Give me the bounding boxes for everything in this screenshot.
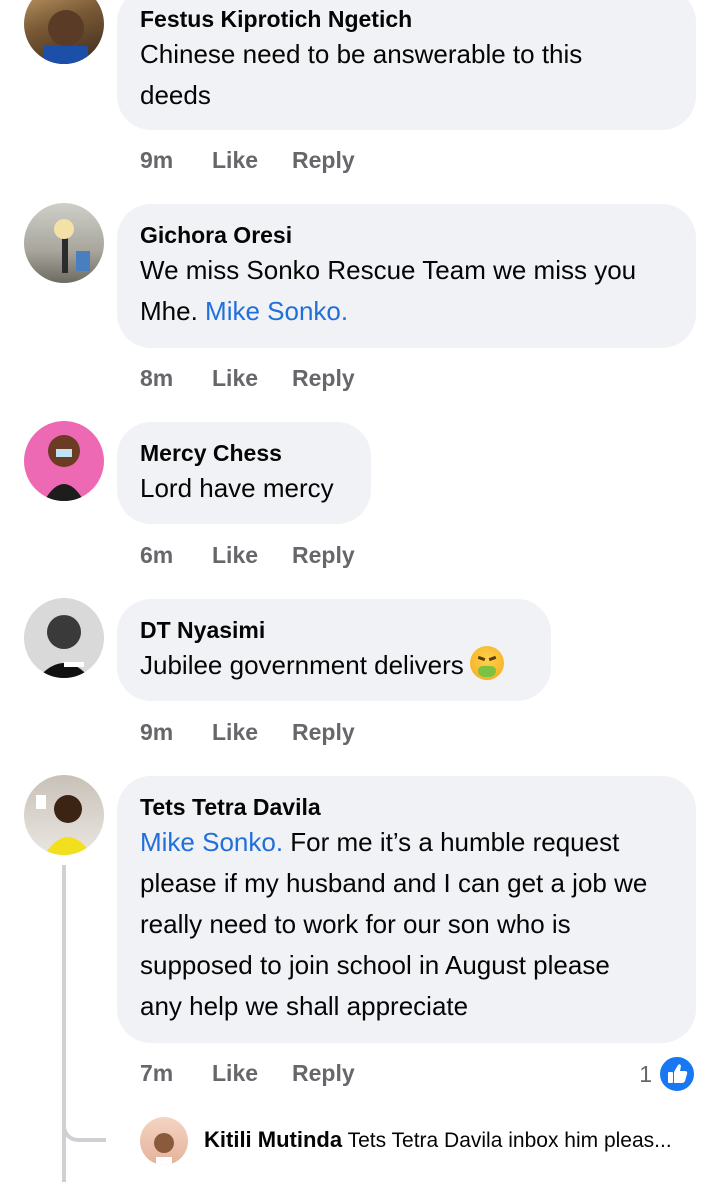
like-button[interactable]: Like	[212, 542, 258, 569]
reaction-count[interactable]: 1	[639, 1055, 696, 1093]
comment-bubble: Festus Kiprotich Ngetich Chinese need to…	[117, 0, 696, 130]
commenter-name[interactable]: Gichora Oresi	[140, 220, 672, 250]
reply-button[interactable]: Reply	[292, 719, 355, 746]
reply-button[interactable]: Reply	[292, 365, 355, 392]
comment-bubble: DT Nyasimi Jubilee government delivers	[117, 599, 551, 701]
reply-preview[interactable]: Kitili Mutinda Tets Tetra Davila inbox h…	[204, 1127, 672, 1153]
timestamp[interactable]: 7m	[140, 1060, 173, 1087]
commenter-name[interactable]: Mercy Chess	[140, 438, 347, 468]
avatar[interactable]	[24, 598, 104, 678]
comment-bubble: Gichora Oresi We miss Sonko Rescue Team …	[117, 204, 696, 348]
comment-text: Chinese need to be answerable to this de…	[140, 39, 583, 110]
thread-connector	[62, 1120, 106, 1142]
reply-button[interactable]: Reply	[292, 147, 355, 174]
comment-bubble: Mercy Chess Lord have mercy	[117, 422, 371, 524]
reply-button[interactable]: Reply	[292, 542, 355, 569]
avatar[interactable]	[24, 421, 104, 501]
timestamp[interactable]: 6m	[140, 542, 173, 569]
avatar[interactable]	[24, 775, 104, 855]
reply-button[interactable]: Reply	[292, 1060, 355, 1087]
thumbs-up-icon	[658, 1055, 696, 1093]
commenter-name[interactable]: DT Nyasimi	[140, 615, 527, 645]
comment-text: Lord have mercy	[140, 473, 334, 503]
reply-preview-text: Tets Tetra Davila inbox him pleas...	[347, 1129, 672, 1152]
nauseated-face-icon	[469, 646, 504, 680]
mention-link[interactable]: Mike Sonko.	[205, 296, 348, 326]
avatar[interactable]	[24, 203, 104, 283]
like-button[interactable]: Like	[212, 365, 258, 392]
avatar[interactable]	[24, 0, 104, 64]
timestamp[interactable]: 8m	[140, 365, 173, 392]
like-button[interactable]: Like	[212, 1060, 258, 1087]
reply-author-name[interactable]: Kitili Mutinda	[204, 1127, 342, 1152]
comment-text: Jubilee government delivers	[140, 645, 527, 686]
timestamp[interactable]: 9m	[140, 147, 173, 174]
comment-bubble: Tets Tetra Davila Mike Sonko. For me it’…	[117, 776, 696, 1043]
commenter-name[interactable]: Festus Kiprotich Ngetich	[140, 4, 672, 34]
like-button[interactable]: Like	[212, 719, 258, 746]
reaction-count-number: 1	[639, 1060, 652, 1087]
mention-link[interactable]: Mike Sonko.	[140, 827, 283, 857]
commenter-name[interactable]: Tets Tetra Davila	[140, 792, 672, 822]
timestamp[interactable]: 9m	[140, 719, 173, 746]
like-button[interactable]: Like	[212, 147, 258, 174]
comment-text: We miss Sonko Rescue Team we miss you Mh…	[140, 255, 637, 326]
reply-avatar[interactable]	[140, 1117, 188, 1165]
comment-text: Mike Sonko. For me it’s a humble request…	[140, 827, 648, 1021]
